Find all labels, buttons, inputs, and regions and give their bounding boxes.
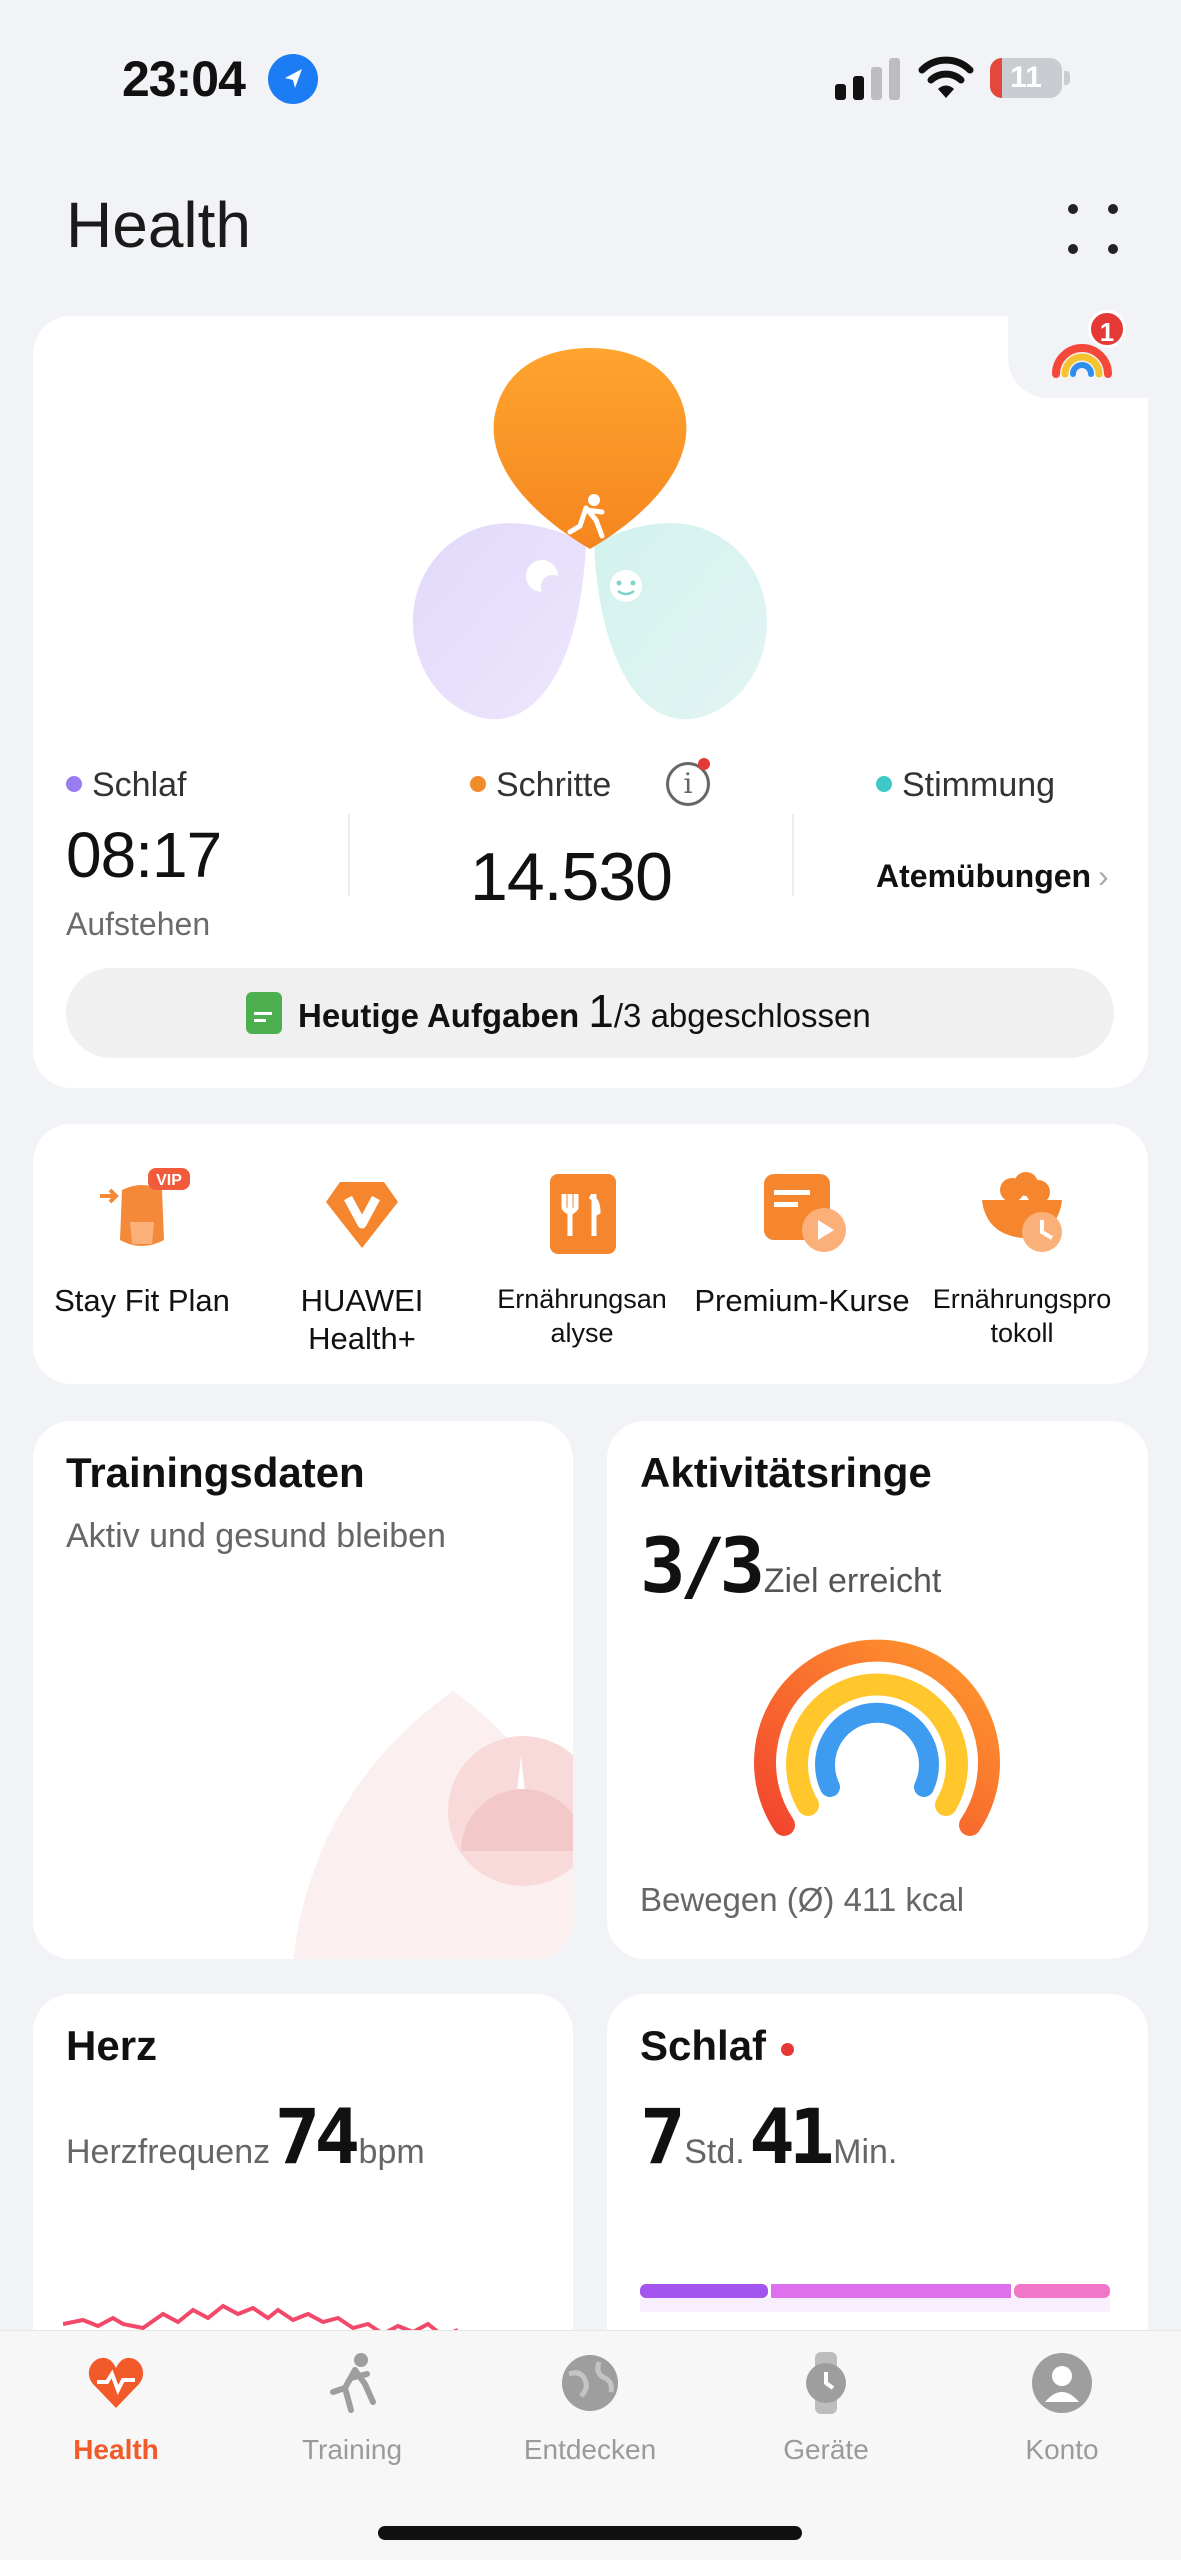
nutrition-analysis-icon xyxy=(532,1160,632,1260)
wifi-icon xyxy=(918,56,974,98)
watch-icon xyxy=(795,2352,857,2414)
location-arrow-icon xyxy=(268,54,318,104)
sleep-alert-dot xyxy=(780,2043,794,2057)
training-subtitle: Aktiv und gesund bleiben xyxy=(66,1517,446,1555)
chevron-right-icon: › xyxy=(1098,858,1109,894)
sleep-duration: 7 Std. 41 Min. xyxy=(640,2092,898,2181)
nutrition-log-icon xyxy=(972,1160,1072,1260)
activity-rings-tile[interactable]: Aktivitätsringe 3/3 Ziel erreicht Bewege… xyxy=(607,1421,1148,1959)
info-alert-dot xyxy=(698,758,710,770)
mood-metric-label: Stimmung xyxy=(876,766,1055,805)
mood-petal xyxy=(594,523,768,720)
task-document-icon xyxy=(246,992,282,1034)
battery-icon: 11 xyxy=(990,58,1072,98)
heart-rate-readout: Herzfrequenz 74 bpm xyxy=(66,2092,425,2181)
tab-health[interactable]: Health xyxy=(16,2352,216,2466)
daily-tasks-text: Heutige Aufgaben 1/3 abgeschlossen xyxy=(298,985,871,1037)
battery-level: 11 xyxy=(1010,61,1042,94)
sleep-tile-title: Schlaf xyxy=(640,2022,767,2069)
tab-konto[interactable]: Konto xyxy=(962,2352,1162,2466)
activity-petals-graphic[interactable] xyxy=(380,344,800,729)
steps-value[interactable]: 14.530 xyxy=(470,838,673,916)
sleep-stages-bar xyxy=(640,2284,1110,2312)
tab-geraete[interactable]: Geräte xyxy=(726,2352,926,2466)
heart-title: Herz xyxy=(66,2022,158,2069)
stay-fit-vip-icon: VIP xyxy=(92,1160,192,1260)
shortcut-label: HUAWEI Health+ xyxy=(300,1283,424,1356)
home-indicator xyxy=(378,2526,802,2540)
globe-icon xyxy=(559,2352,621,2414)
tab-training[interactable]: Training xyxy=(252,2352,452,2466)
training-placeholder-graphic xyxy=(293,1691,573,1959)
shortcut-label: Premium-Kurse xyxy=(694,1283,910,1318)
training-title: Trainingsdaten xyxy=(66,1449,365,1496)
shortcut-label: Stay Fit Plan xyxy=(54,1283,230,1318)
shortcut-label: Ernährungsan alyse xyxy=(497,1284,667,1348)
sleep-petal xyxy=(412,523,586,720)
tab-entdecken[interactable]: Entdecken xyxy=(490,2352,690,2466)
shortcut-label: Ernährungspro tokoll xyxy=(932,1284,1112,1348)
page-title: Health xyxy=(66,189,251,261)
svg-text:VIP: VIP xyxy=(156,1172,182,1189)
activity-title: Aktivitätsringe xyxy=(640,1449,932,1496)
activity-summary: 3/3 Ziel erreicht xyxy=(640,1521,942,1610)
sleep-time-value[interactable]: 08:17 xyxy=(66,818,222,892)
shortcut-stay-fit-plan[interactable]: VIP Stay Fit Plan xyxy=(32,1160,252,1320)
shortcut-premium-courses[interactable]: Premium-Kurse xyxy=(692,1160,912,1320)
huawei-health-plus-icon xyxy=(312,1160,412,1260)
premium-courses-icon xyxy=(752,1160,852,1260)
more-menu-button[interactable] xyxy=(1060,196,1126,262)
person-icon xyxy=(1031,2352,1093,2414)
breathing-exercises-link[interactable]: Atemübungen xyxy=(876,858,1091,895)
activity-rings-graphic xyxy=(754,1639,1000,1836)
shortcut-nutrition-log[interactable]: Ernährungspro tokoll xyxy=(912,1160,1132,1350)
sleep-sub-label: Aufstehen xyxy=(66,906,211,942)
heart-icon xyxy=(85,2352,147,2414)
steps-metric-label: Schritte xyxy=(470,766,611,805)
training-data-tile[interactable]: Trainingsdaten Aktiv und gesund bleiben xyxy=(33,1421,573,1959)
sleep-metric-label: Schlaf xyxy=(66,766,187,805)
status-time: 23:04 xyxy=(122,51,246,107)
activity-move-average: Bewegen (Ø) 411 kcal xyxy=(640,1881,965,1918)
runner-icon xyxy=(321,2352,383,2414)
steps-petal xyxy=(493,348,687,549)
shortcut-nutrition-analysis[interactable]: Ernährungsan alyse xyxy=(472,1160,692,1350)
cellular-signal-icon xyxy=(835,58,900,100)
notification-badge: 1 xyxy=(1088,310,1126,348)
shortcut-huawei-health-plus[interactable]: HUAWEI Health+ xyxy=(252,1160,472,1358)
